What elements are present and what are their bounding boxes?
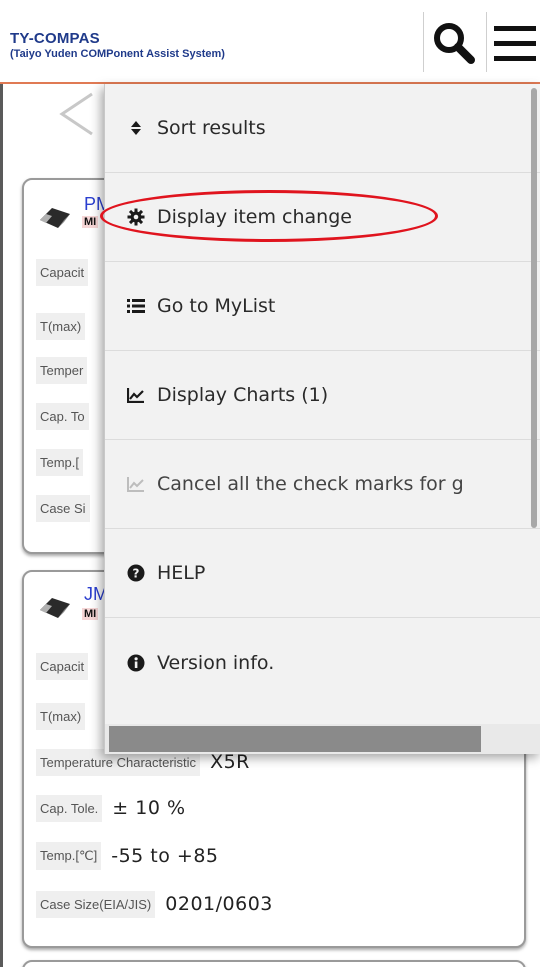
spec-label: Cap. To [36, 402, 89, 430]
spec-row: Temp.[ [36, 446, 84, 478]
menu-item-go-to-mylist[interactable]: Go to MyList [105, 262, 540, 351]
spec-row: T(max) [36, 700, 95, 732]
back-button[interactable] [50, 86, 110, 146]
spec-row: Temper [36, 354, 88, 386]
chip-component-icon [40, 598, 70, 618]
spec-label: Cap. Tole. [36, 794, 103, 822]
menu-item-version-info[interactable]: Version info. [105, 618, 540, 707]
spec-value: ± 10 % [112, 797, 186, 819]
menu-item-label: Display Charts (1) [157, 384, 329, 406]
horizontal-scrollbar-thumb[interactable] [109, 726, 481, 752]
menu-item-cancel-check-marks[interactable]: Cancel all the check marks for g [105, 440, 540, 529]
spec-value: X5R [210, 751, 250, 773]
search-button[interactable] [428, 18, 480, 70]
window-left-border [0, 0, 3, 967]
menu-item-label: HELP [157, 562, 206, 584]
spec-value: -55 to +85 [111, 845, 219, 867]
spec-row: Capacit [36, 650, 98, 682]
spec-row: Case Si [36, 492, 90, 524]
spec-value: 0201/0603 [165, 893, 273, 915]
info-circle-icon [125, 654, 147, 672]
menu-item-label: Display item change [157, 206, 352, 228]
app-title: TY-COMPAS [10, 30, 100, 47]
sort-icon [125, 120, 147, 136]
spec-row: Cap. Tole. ± 10 % [36, 792, 186, 824]
spec-label: Temp.[℃] [36, 842, 102, 870]
spec-row: Temp.[℃] -55 to +85 [36, 840, 219, 872]
app-subtitle: (Taiyo Yuden COMPonent Assist System) [10, 48, 225, 60]
header-divider [423, 12, 424, 72]
list-icon [125, 298, 147, 314]
vertical-scrollbar[interactable] [531, 88, 537, 528]
spec-label: Capacit [36, 258, 89, 286]
menu-item-label: Cancel all the check marks for g [157, 473, 464, 495]
spec-label: Temper [36, 356, 88, 384]
menu-item-label: Go to MyList [157, 295, 276, 317]
spec-row: Cap. To [36, 400, 89, 432]
hamburger-menu-button[interactable] [490, 18, 538, 70]
spec-row: Capacit [36, 256, 89, 288]
header-divider [486, 12, 487, 72]
spec-row: T(max) [36, 310, 86, 342]
menu-item-display-item-change[interactable]: Display item change [105, 173, 540, 262]
chevron-left-icon [59, 92, 93, 136]
spec-label: T(max) [36, 702, 86, 730]
spec-label: Capacit [36, 652, 89, 680]
chip-component-icon [40, 208, 70, 228]
brand-logo[interactable]: TY-COMPAS (Taiyo Yuden COMPonent Assist … [10, 30, 225, 60]
menu-item-display-charts[interactable]: Display Charts (1) [105, 351, 540, 440]
menu-item-sort-results[interactable]: Sort results [105, 84, 540, 173]
gear-icon [125, 208, 147, 226]
part-badge: MI [82, 216, 99, 228]
result-card[interactable] [22, 960, 526, 967]
part-badge: MI [82, 608, 99, 620]
spec-row: Case Size(EIA/JIS) 0201/0603 [36, 888, 273, 920]
search-icon [434, 23, 475, 64]
page: TY-COMPAS (Taiyo Yuden COMPonent Assist … [0, 0, 540, 967]
menu-item-help[interactable]: ? HELP [105, 529, 540, 618]
menu-item-label: Version info. [157, 651, 275, 674]
spec-label: Case Si [36, 494, 90, 522]
spec-label: T(max) [36, 312, 86, 340]
menu-item-label: Sort results [157, 117, 266, 139]
line-chart-icon [125, 387, 147, 403]
hamburger-menu-icon [494, 26, 536, 61]
app-header: TY-COMPAS (Taiyo Yuden COMPonent Assist … [0, 0, 540, 84]
line-chart-icon [125, 476, 147, 492]
dropdown-menu: Sort results Display item change Go to M… [104, 84, 540, 754]
spec-label: Temp.[ [36, 448, 84, 476]
question-circle-icon: ? [125, 564, 147, 582]
spec-label: Case Size(EIA/JIS) [36, 890, 156, 918]
svg-text:?: ? [133, 567, 140, 581]
